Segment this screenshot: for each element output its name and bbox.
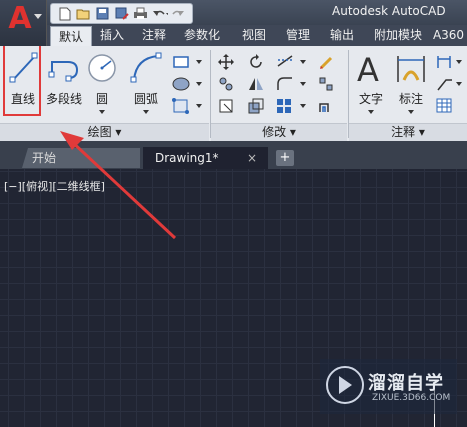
drawing-tab-label: Drawing1* <box>155 151 219 165</box>
text-tool-label: 文字 <box>358 92 383 106</box>
polyline-icon <box>48 61 79 82</box>
tab-a360[interactable]: A360 <box>430 25 467 46</box>
chevron-down-icon: ▾ <box>418 125 425 139</box>
arc-tool-label: 圆弧 <box>133 92 158 106</box>
chevron-down-icon[interactable] <box>99 110 105 114</box>
autocad-logo-icon: A <box>8 1 32 36</box>
polyline-tool-label: 多段线 <box>45 92 82 106</box>
watermark-title: 溜溜自学 <box>368 373 444 394</box>
window-title: Autodesk AutoCAD <box>332 4 446 18</box>
fillet-icon[interactable] <box>276 76 298 92</box>
tab-view[interactable]: 视图 <box>236 25 272 46</box>
offset-icon[interactable] <box>318 98 334 114</box>
chevron-down-icon[interactable] <box>300 82 306 86</box>
draw-panel-title[interactable]: 绘图 ▾ <box>0 123 209 141</box>
redo-icon[interactable] <box>170 6 187 21</box>
tab-manage[interactable]: 管理 <box>280 25 316 46</box>
tab-parametric[interactable]: 参数化 <box>176 25 228 46</box>
linear-dimension-icon[interactable] <box>436 54 452 70</box>
watermark-url: ZIXUE.3D66.COM <box>372 393 451 403</box>
print-icon[interactable] <box>132 6 149 21</box>
array-icon[interactable] <box>276 98 298 114</box>
dimension-tool-label: 标注 <box>398 92 423 106</box>
close-icon[interactable]: × <box>247 151 257 165</box>
chevron-down-icon[interactable] <box>408 110 414 114</box>
modify-panel-title[interactable]: 修改 ▾ <box>211 123 347 141</box>
chevron-down-icon <box>34 14 42 19</box>
region-icon[interactable] <box>172 98 192 114</box>
tab-output[interactable]: 输出 <box>324 25 360 46</box>
text-icon: A <box>357 51 379 89</box>
line-tool-highlight <box>3 43 41 116</box>
chevron-down-icon[interactable] <box>300 104 306 108</box>
new-icon[interactable] <box>56 6 73 21</box>
trim-icon[interactable] <box>276 54 298 70</box>
rotate-icon[interactable] <box>248 54 264 70</box>
chevron-down-icon[interactable] <box>456 82 462 86</box>
hatch-icon[interactable] <box>172 76 192 92</box>
explode-icon[interactable] <box>318 76 334 92</box>
move-icon[interactable] <box>218 54 234 70</box>
chevron-down-icon: ▾ <box>289 125 296 139</box>
text-tool-button[interactable]: A 文字 <box>352 50 390 120</box>
arc-icon <box>130 52 162 83</box>
add-tab-button[interactable]: + <box>276 150 294 166</box>
ribbon-panel-area: 直线 多段线 圆 圆弧 A 文字 标注 绘图 ▾ 修改 ▾ 注释 ▾ <box>0 46 467 142</box>
svg-text:A: A <box>357 51 379 86</box>
chevron-down-icon[interactable] <box>300 60 306 64</box>
chevron-down-icon[interactable] <box>143 110 149 114</box>
scale-icon[interactable] <box>248 98 264 114</box>
viewport-controls-label[interactable]: [−][俯视][二维线框] <box>4 178 105 194</box>
tab-annotate[interactable]: 注释 <box>136 25 172 46</box>
tab-insert[interactable]: 插入 <box>94 25 130 46</box>
tab-start[interactable]: 开始 <box>22 148 140 168</box>
rectangle-icon[interactable] <box>172 54 192 70</box>
erase-icon[interactable] <box>318 54 334 70</box>
undo-icon[interactable] <box>151 6 168 21</box>
mirror-icon[interactable] <box>248 76 264 92</box>
tab-addins[interactable]: 附加模块 <box>368 25 428 46</box>
application-menu-button[interactable]: A <box>0 0 47 46</box>
chevron-down-icon[interactable] <box>196 60 202 64</box>
tab-home[interactable]: 默认 <box>50 26 92 47</box>
play-icon <box>339 376 352 394</box>
table-icon[interactable] <box>436 98 452 114</box>
quick-access-toolbar <box>50 3 193 24</box>
chevron-down-icon[interactable] <box>196 104 202 108</box>
copy-icon[interactable] <box>218 76 234 92</box>
circle-tool-label: 圆 <box>95 92 108 106</box>
annotation-panel-title[interactable]: 注释 ▾ <box>349 123 467 141</box>
ribbon-tab-bar: 默认 插入 注释 参数化 视图 管理 输出 附加模块 A360 <box>0 25 467 47</box>
circle-icon <box>88 54 116 82</box>
save-icon[interactable] <box>94 6 111 21</box>
chevron-down-icon: ▾ <box>115 125 122 139</box>
open-icon[interactable] <box>75 6 92 21</box>
arc-tool-button[interactable]: 圆弧 <box>124 50 168 120</box>
chevron-down-icon[interactable] <box>368 110 374 114</box>
stretch-icon[interactable] <box>218 98 234 114</box>
chevron-down-icon[interactable] <box>456 60 462 64</box>
chevron-down-icon[interactable] <box>196 82 202 86</box>
dimension-tool-button[interactable]: 标注 <box>392 50 430 120</box>
circle-tool-button[interactable]: 圆 <box>84 50 120 120</box>
polyline-tool-button[interactable]: 多段线 <box>44 50 84 120</box>
leader-icon[interactable] <box>436 76 452 92</box>
dimension-icon <box>397 56 425 82</box>
save-as-icon[interactable] <box>113 6 130 21</box>
